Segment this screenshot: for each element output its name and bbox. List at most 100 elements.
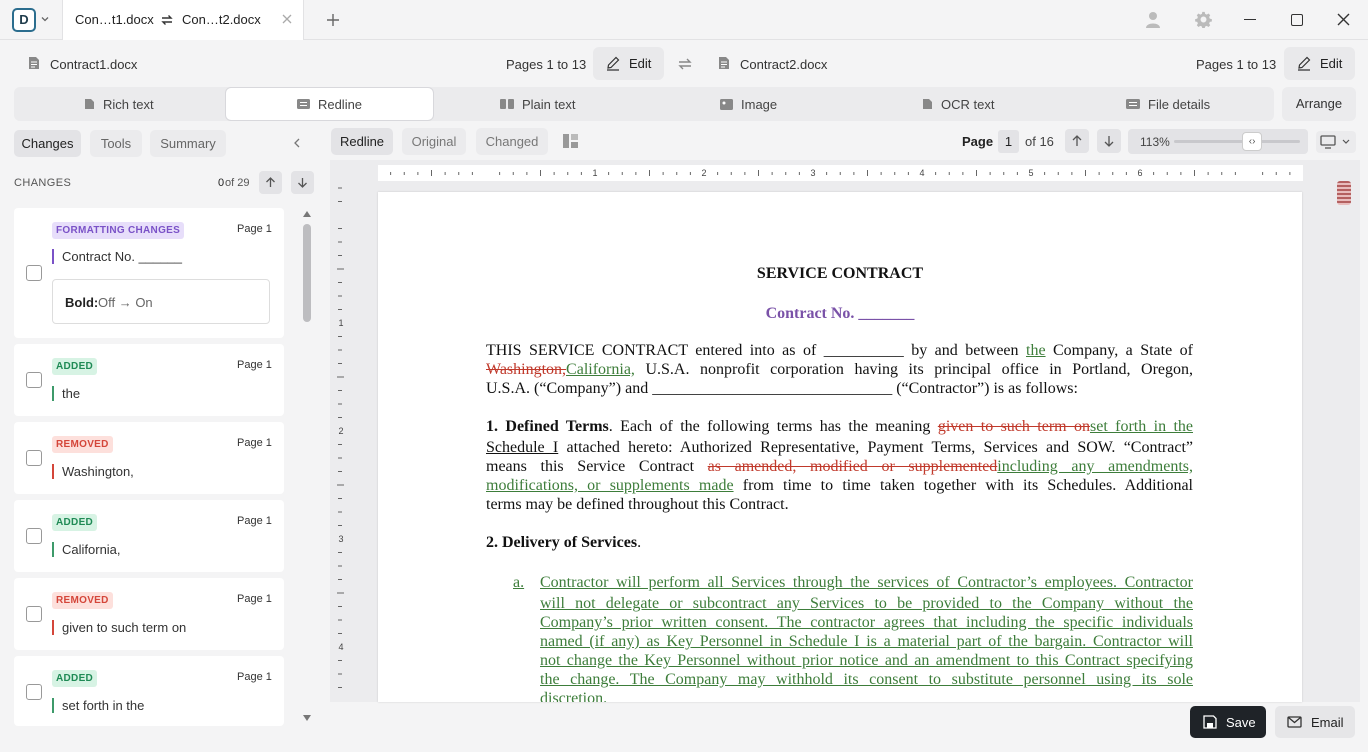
tab-ocr-text[interactable]: OCR text [922,87,994,121]
section-heading: Defined Terms [505,418,609,435]
change-checkbox[interactable] [26,606,42,622]
app-menu-chevron-icon[interactable] [40,14,50,24]
section-1-line-5: terms may be defined throughout this Con… [486,496,789,513]
ruler-number: 2 [701,168,706,178]
sidebar-tab-summary[interactable]: Summary [150,130,226,157]
right-file-icon [718,56,730,70]
scroll-up-icon[interactable] [302,210,312,218]
deleted-text[interactable]: given to such term on [938,418,1090,435]
next-page-button[interactable] [1097,129,1121,153]
change-card-added[interactable]: ADDED Page 1 California, [14,500,284,572]
inserted-text[interactable]: Schedule I [486,439,558,456]
app-window: D Con…t1.docx Con…t2.docx Contract1.docx… [0,0,1368,752]
maximize-icon[interactable] [1291,14,1303,26]
inserted-text[interactable]: modifications, or supplements made [486,477,734,494]
change-checkbox[interactable] [26,450,42,466]
mode-changed-button[interactable]: Changed [476,128,548,155]
deleted-text[interactable]: Washington, [486,361,566,378]
zoom-value: 113% [1140,135,1170,149]
inserted-line[interactable]: will not delegate or subcontract any Ser… [540,595,1193,613]
zoom-slider-track[interactable] [1174,140,1300,143]
inserted-line[interactable]: Company’s prior written consent. The con… [540,614,1193,632]
arrange-button[interactable]: Arrange [1282,87,1356,121]
previous-page-button[interactable] [1065,129,1089,153]
change-card-formatting[interactable]: FORMATTING CHANGES Page 1 Contract No. _… [14,208,284,338]
inserted-line[interactable]: named (if any) as Key Personnel in Sched… [540,633,1193,651]
change-checkbox[interactable] [26,684,42,700]
inserted-line[interactable]: the change. The Company may withhold its… [540,671,1193,689]
inserted-text[interactable]: California, [566,361,635,378]
change-card-removed[interactable]: REMOVED Page 1 given to such term on [14,578,284,650]
tab-redline[interactable]: Redline [225,87,434,121]
tab-image[interactable]: Image [720,87,777,121]
ruler-number: 6 [1137,168,1142,178]
save-button[interactable]: Save [1190,706,1266,738]
change-checkbox[interactable] [26,265,42,281]
deleted-text[interactable]: as amended, modified or supplemented [708,458,998,475]
account-icon[interactable] [1145,11,1161,29]
side-by-side-icon[interactable] [563,134,578,148]
inserted-line[interactable]: not change the Key Personnel without pri… [540,652,1193,670]
inserted-text[interactable]: including any amendments, [997,458,1193,475]
page-total: of 16 [1025,134,1054,149]
page-number-input[interactable]: 1 [998,130,1019,153]
edit-pencil-icon [1296,55,1312,71]
tab-plain-text[interactable]: Plain text [500,87,575,121]
change-page: Page 1 [237,593,272,605]
close-tab-icon[interactable] [281,13,293,25]
inserted-line[interactable]: discretion. [540,690,607,702]
app-logo-icon[interactable]: D [12,8,36,32]
change-checkbox[interactable] [26,528,42,544]
tab-file-details-label: File details [1148,96,1211,112]
ruler-number: 5 [1028,168,1033,178]
left-edit-button[interactable]: Edit [593,47,664,80]
mode-original-button[interactable]: Original [402,128,466,155]
minimize-icon[interactable] [1244,19,1256,21]
next-change-button[interactable] [291,171,314,194]
formatting-detail-box: Bold: Off → On [52,279,270,324]
inserted-text[interactable]: set forth in the [1090,418,1193,435]
collapse-sidebar-icon[interactable] [292,137,302,149]
text-run: . Each of the following terms has the me… [608,418,938,435]
section-1-line-2: Schedule I attached hereto: Authorized R… [486,439,1193,457]
tab-rich-text[interactable]: Rich text [84,87,154,121]
layout-options-button[interactable] [1316,131,1356,153]
change-card-removed[interactable]: REMOVED Page 1 Washington, [14,422,284,494]
new-tab-icon[interactable] [324,11,342,29]
zoom-slider-thumb[interactable]: ‹› [1242,132,1263,151]
tab-right-filename: Con…t2.docx [182,12,261,27]
detail-value: Off → On [98,295,153,310]
compare-arrows-icon [159,12,175,28]
changes-heading: CHANGES [14,177,72,189]
inserted-line[interactable]: Contractor will perform all Services thr… [540,574,1193,592]
change-checkbox[interactable] [26,372,42,388]
mode-redline-button[interactable]: Redline [331,128,393,155]
close-window-icon[interactable] [1337,13,1350,26]
swap-files-icon[interactable] [676,56,694,72]
plain-text-icon [500,99,514,109]
previous-change-button[interactable] [259,171,282,194]
email-button[interactable]: Email [1275,706,1355,738]
changes-counter-total: of 29 [225,177,250,189]
right-edit-button[interactable]: Edit [1284,47,1355,80]
tab-file-details[interactable]: File details [1126,87,1210,121]
section-1-line-3: means this Service Contract as amended, … [486,458,1193,476]
change-card-added[interactable]: ADDED Page 1 the [14,344,284,416]
change-card-added[interactable]: ADDED Page 1 set forth in the [14,656,284,726]
ruler-number: 1 [338,318,343,328]
text-run: attached hereto: Authorized Representati… [558,439,1193,456]
sidebar-scrollbar-thumb[interactable] [303,224,311,322]
changes-minimap-marker[interactable] [1337,181,1351,205]
right-file-name: Contract2.docx [740,57,828,72]
sidebar-tab-changes[interactable]: Changes [14,130,81,157]
document-tab[interactable]: Con…t1.docx Con…t2.docx [62,0,304,40]
added-badge: ADDED [52,514,98,531]
settings-gear-icon[interactable] [1195,11,1212,28]
scroll-down-icon[interactable] [302,714,312,722]
section-number: 1. [486,418,498,435]
inserted-text[interactable]: the [1026,342,1046,359]
ruler-number: 3 [338,534,343,544]
tab-plain-text-label: Plain text [522,96,576,112]
section-number: 2. [486,534,498,551]
sidebar-tab-tools[interactable]: Tools [90,130,142,157]
